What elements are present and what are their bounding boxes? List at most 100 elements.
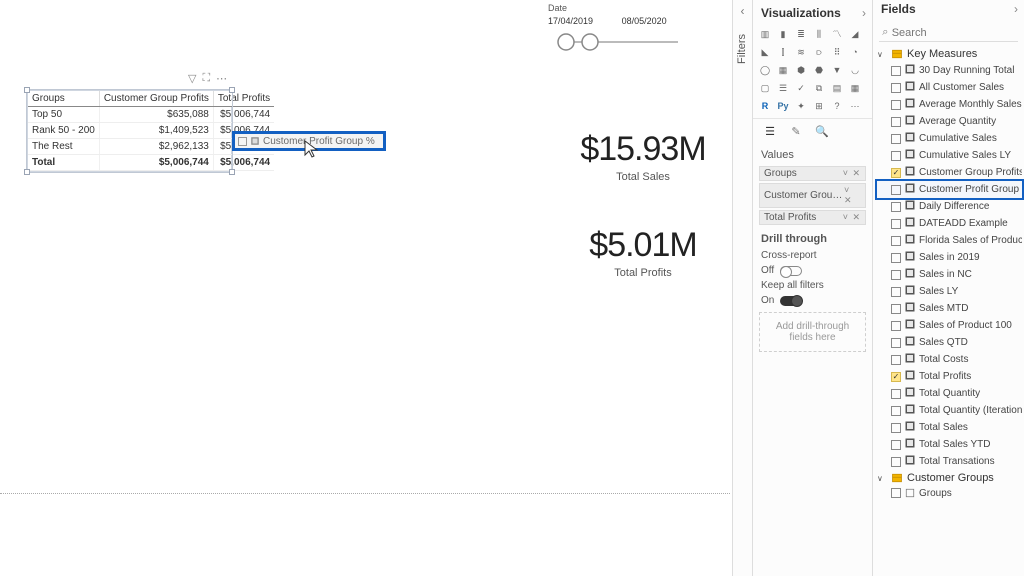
fields-item[interactable]: ✓Customer Group Profits xyxy=(877,164,1022,181)
checkbox-icon[interactable] xyxy=(891,355,901,365)
key-influencers-icon[interactable]: ✦ xyxy=(793,98,809,114)
fields-item[interactable]: Average Quantity xyxy=(877,113,1022,130)
search-input[interactable] xyxy=(892,27,1018,39)
expand-icon[interactable]: ∨ xyxy=(877,474,887,483)
resize-handle[interactable] xyxy=(24,87,30,93)
slicer-slider[interactable] xyxy=(548,30,688,54)
checkbox-icon[interactable]: ✓ xyxy=(891,168,901,178)
checkbox-icon[interactable] xyxy=(891,389,901,399)
checkbox-icon[interactable] xyxy=(891,488,901,498)
checkbox-icon[interactable] xyxy=(891,287,901,297)
focus-icon[interactable]: ⛶ xyxy=(202,72,210,85)
fields-item[interactable]: Average Monthly Sales xyxy=(877,96,1022,113)
waterfall-icon[interactable]: ⫐ xyxy=(811,44,827,60)
chevron-left-icon[interactable]: ‹ xyxy=(733,4,752,18)
checkbox-icon[interactable] xyxy=(891,83,901,93)
gauge-icon[interactable]: ◡ xyxy=(847,62,863,78)
fields-tab-icon[interactable]: ☰ xyxy=(761,122,779,140)
line-column-icon[interactable]: ⫿ xyxy=(775,44,791,60)
chevron-right-icon[interactable]: › xyxy=(1014,2,1018,16)
resize-handle[interactable] xyxy=(229,87,235,93)
checkbox-icon[interactable] xyxy=(891,100,901,110)
fields-item[interactable]: Sales LY xyxy=(877,283,1022,300)
decomposition-icon[interactable]: ⊞ xyxy=(811,98,827,114)
clustered-column-icon[interactable]: ⫼ xyxy=(811,26,827,42)
clustered-bar-icon[interactable]: ≣ xyxy=(793,26,809,42)
fields-table[interactable]: ∨Key Measures xyxy=(877,46,1022,62)
keep-filters-toggle[interactable] xyxy=(780,296,802,306)
scatter-icon[interactable]: ⠿ xyxy=(829,44,845,60)
fields-item[interactable]: Total Quantity xyxy=(877,385,1022,402)
filters-pane-collapsed[interactable]: ‹ Filters xyxy=(732,0,752,576)
field-well-item[interactable]: Groups˅ ✕ xyxy=(759,166,866,181)
fields-item[interactable]: Sales MTD xyxy=(877,300,1022,317)
fields-item[interactable]: Daily Difference xyxy=(877,198,1022,215)
well-actions-icon[interactable]: ˅ ✕ xyxy=(844,185,861,206)
fields-item[interactable]: Florida Sales of Product 2 ... xyxy=(877,232,1022,249)
stacked-bar-icon[interactable]: ▥ xyxy=(757,26,773,42)
fields-item[interactable]: Sales of Product 100 xyxy=(877,317,1022,334)
checkbox-icon[interactable] xyxy=(891,304,901,314)
python-visual-icon[interactable]: Py xyxy=(775,98,791,114)
filter-icon[interactable]: ▽ xyxy=(188,72,196,85)
funnel-icon[interactable]: ▼ xyxy=(829,62,845,78)
ribbon-icon[interactable]: ≋ xyxy=(793,44,809,60)
drillthrough-dropzone[interactable]: Add drill-through fields here xyxy=(759,312,866,352)
fields-item[interactable]: Cumulative Sales xyxy=(877,130,1022,147)
checkbox-icon[interactable] xyxy=(891,270,901,280)
col-header[interactable]: Total Profits xyxy=(213,91,274,107)
checkbox-icon[interactable] xyxy=(891,202,901,212)
col-header[interactable]: Customer Group Profits xyxy=(99,91,213,107)
line-chart-icon[interactable]: 〽 xyxy=(829,26,845,42)
checkbox-icon[interactable] xyxy=(891,134,901,144)
map-icon[interactable]: ⬢ xyxy=(793,62,809,78)
filled-map-icon[interactable]: ⬣ xyxy=(811,62,827,78)
fields-item[interactable]: Sales QTD xyxy=(877,334,1022,351)
fields-item[interactable]: Customer Profit Group % xyxy=(877,181,1022,198)
treemap-icon[interactable]: ▦ xyxy=(775,62,791,78)
fields-item[interactable]: ✓Total Profits xyxy=(877,368,1022,385)
area-chart-icon[interactable]: ◢ xyxy=(847,26,863,42)
fields-item[interactable]: 30 Day Running Total xyxy=(877,62,1022,79)
checkbox-icon[interactable] xyxy=(891,406,901,416)
fields-item[interactable]: Total Sales YTD xyxy=(877,436,1022,453)
kpi-total-profits[interactable]: $5.01M Total Profits xyxy=(548,226,738,279)
multirow-card-icon[interactable]: ☰ xyxy=(775,80,791,96)
checkbox-icon[interactable] xyxy=(891,151,901,161)
table-visual[interactable]: Groups Customer Group Profits Total Prof… xyxy=(27,90,232,172)
checkbox-icon[interactable] xyxy=(891,66,901,76)
fields-item[interactable]: Sales in NC xyxy=(877,266,1022,283)
expand-icon[interactable]: ∨ xyxy=(877,50,887,59)
format-tab-icon[interactable]: ✎ xyxy=(787,122,805,140)
fields-item[interactable]: Total Quantity (Iteration) xyxy=(877,402,1022,419)
fields-search[interactable]: ⌕ xyxy=(879,24,1018,42)
well-actions-icon[interactable]: ˅ ✕ xyxy=(843,212,861,223)
cross-report-toggle[interactable] xyxy=(780,266,802,276)
slicer-icon[interactable]: ⧉ xyxy=(811,80,827,96)
fields-item[interactable]: Cumulative Sales LY xyxy=(877,147,1022,164)
table-icon[interactable]: ▤ xyxy=(829,80,845,96)
checkbox-icon[interactable] xyxy=(891,440,901,450)
more-icon[interactable]: ⋯ xyxy=(216,72,227,85)
pie-icon[interactable]: ◔ xyxy=(847,44,863,60)
fields-item[interactable]: All Customer Sales xyxy=(877,79,1022,96)
fields-item[interactable]: Sales in 2019 xyxy=(877,249,1022,266)
field-well-item[interactable]: Total Profits˅ ✕ xyxy=(759,210,866,225)
resize-handle[interactable] xyxy=(24,169,30,175)
fields-item[interactable]: DATEADD Example xyxy=(877,215,1022,232)
checkbox-icon[interactable] xyxy=(891,423,901,433)
resize-handle[interactable] xyxy=(229,169,235,175)
table-row[interactable]: Top 50$635,088$5,006,744 xyxy=(28,107,274,123)
r-visual-icon[interactable]: R xyxy=(757,98,773,114)
field-well-item[interactable]: Customer Group Profits˅ ✕ xyxy=(759,183,866,208)
kpi-total-sales[interactable]: $15.93M Total Sales xyxy=(548,130,738,183)
analytics-tab-icon[interactable]: 🔍 xyxy=(813,122,831,140)
matrix-icon[interactable]: ▦ xyxy=(847,80,863,96)
date-slicer[interactable]: Date 17/04/2019 08/05/2020 xyxy=(548,3,718,57)
stacked-area-icon[interactable]: ◣ xyxy=(757,44,773,60)
checkbox-icon[interactable] xyxy=(891,219,901,229)
more-visuals-icon[interactable]: ⋯ xyxy=(847,98,863,114)
stacked-column-icon[interactable]: ▮ xyxy=(775,26,791,42)
chevron-right-icon[interactable]: › xyxy=(862,6,866,20)
card-icon[interactable]: ▢ xyxy=(757,80,773,96)
